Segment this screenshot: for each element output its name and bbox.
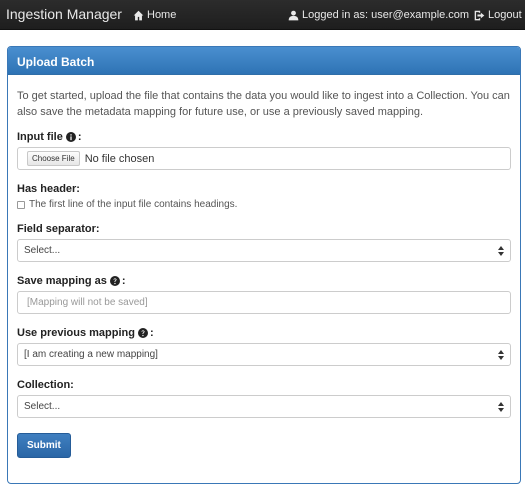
nav-logout-link[interactable]: Logout — [474, 9, 522, 21]
select-arrows-icon — [498, 350, 504, 360]
upload-batch-panel: Upload Batch To get started, upload the … — [7, 46, 521, 484]
previous-mapping-label-text: Use previous mapping — [17, 327, 135, 339]
choose-file-button[interactable]: Choose File — [27, 151, 80, 166]
save-mapping-input[interactable]: [Mapping will not be saved] — [17, 291, 511, 314]
input-file-label-suffix: : — [77, 131, 82, 143]
logout-icon — [474, 10, 485, 21]
has-header-checkbox[interactable] — [17, 200, 25, 209]
submit-button[interactable]: Submit — [17, 433, 71, 458]
info-circle-icon[interactable] — [65, 132, 76, 142]
input-file-label: Input file : — [17, 131, 511, 143]
collection-group: Collection: Select... — [17, 379, 511, 418]
previous-mapping-group: Use previous mapping : [I am creating a … — [17, 327, 511, 366]
save-mapping-label-text: Save mapping as — [17, 275, 107, 287]
has-header-checkbox-label[interactable]: The first line of the input file contain… — [29, 199, 237, 210]
panel-title: Upload Batch — [8, 47, 520, 75]
save-mapping-group: Save mapping as : [Mapping will not be s… — [17, 275, 511, 314]
field-separator-label: Field separator: — [17, 223, 100, 235]
has-header-row[interactable]: The first line of the input file contain… — [17, 199, 511, 210]
field-separator-group: Field separator: Select... — [17, 223, 511, 262]
navbar: Ingestion Manager Home Logged in as: use… — [0, 0, 525, 30]
previous-mapping-label-suffix: : — [149, 327, 154, 339]
nav-user-label: Logged in as: user@example.com — [302, 9, 470, 21]
save-mapping-label-suffix: : — [121, 275, 126, 287]
app-brand[interactable]: Ingestion Manager — [6, 6, 122, 22]
panel-body: To get started, upload the file that con… — [8, 75, 520, 458]
input-file-group: Input file : Choose File No file chosen — [17, 131, 511, 170]
previous-mapping-value: [I am creating a new mapping] — [24, 349, 158, 360]
home-icon — [133, 10, 144, 21]
input-file-label-text: Input file — [17, 131, 63, 143]
nav-user-info[interactable]: Logged in as: user@example.com — [288, 9, 469, 21]
save-mapping-label: Save mapping as : — [17, 275, 511, 287]
previous-mapping-label: Use previous mapping : — [17, 327, 511, 339]
nav-home-label: Home — [147, 9, 177, 21]
field-separator-select[interactable]: Select... — [17, 239, 511, 262]
intro-text: To get started, upload the file that con… — [17, 90, 510, 118]
select-arrows-icon — [498, 246, 504, 256]
file-status-text: No file chosen — [84, 152, 155, 165]
user-icon — [288, 10, 299, 21]
nav-logout-label: Logout — [488, 9, 522, 21]
nav-home-link[interactable]: Home — [133, 9, 176, 21]
previous-mapping-select[interactable]: [I am creating a new mapping] — [17, 343, 511, 366]
collection-select[interactable]: Select... — [17, 395, 511, 418]
has-header-group: Has header: The first line of the input … — [17, 183, 511, 210]
collection-value: Select... — [24, 401, 61, 412]
collection-label: Collection: — [17, 379, 74, 391]
has-header-label: Has header: — [17, 183, 80, 195]
file-input[interactable]: Choose File No file chosen — [17, 147, 511, 170]
field-separator-value: Select... — [24, 245, 61, 256]
select-arrows-icon — [498, 402, 504, 412]
info-circle-icon[interactable] — [109, 276, 120, 286]
info-circle-icon[interactable] — [137, 328, 148, 338]
